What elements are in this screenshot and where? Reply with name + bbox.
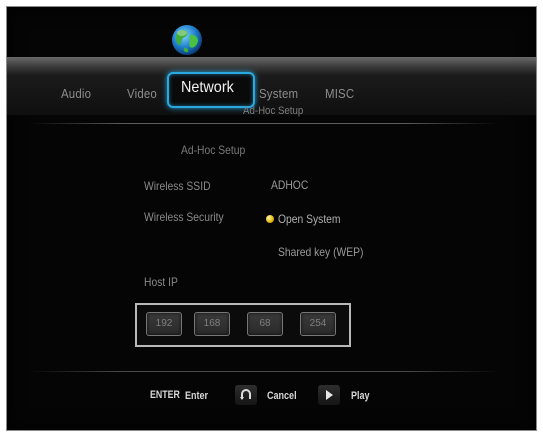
return-arrow-icon [235,385,257,405]
photo-frame: Audio Video Network System MISC Ad-Hoc S… [0,0,543,437]
ip-octet-4[interactable]: 254 [300,312,336,336]
tab-video[interactable]: Video [127,86,157,101]
security-label: Wireless Security [144,210,224,224]
enter-key-badge: ENTER [150,389,180,401]
radio-selected-icon [266,215,274,223]
tab-system[interactable]: System [259,86,298,101]
globe-icon [172,25,202,55]
play-glyph [326,390,333,400]
enter-hint[interactable]: Enter [185,390,208,402]
ip-octet-1[interactable]: 192 [146,312,182,336]
top-bar [7,57,536,75]
ip-octet-3[interactable]: 68 [247,312,283,336]
ip-octet-2[interactable]: 168 [194,312,230,336]
tab-misc[interactable]: MISC [325,86,354,101]
security-option-wep[interactable]: Shared key (WEP) [278,245,363,259]
play-hint[interactable]: Play [351,390,370,402]
tab-network-label: Network [181,79,234,96]
tv-screen: Audio Video Network System MISC Ad-Hoc S… [6,6,537,431]
section-title: Ad-Hoc Setup [181,143,246,157]
ssid-label: Wireless SSID [144,179,211,193]
divider-bottom [29,371,499,372]
host-ip-label: Host IP [144,275,178,289]
return-arrow-glyph [240,389,251,400]
page-subtitle: Ad-Hoc Setup [243,105,304,117]
play-icon [318,385,340,405]
tab-audio[interactable]: Audio [61,86,91,101]
ssid-value[interactable]: ADHOC [271,178,308,192]
divider [29,123,499,124]
cancel-hint[interactable]: Cancel [267,390,297,402]
security-option-open[interactable]: Open System [278,212,341,226]
